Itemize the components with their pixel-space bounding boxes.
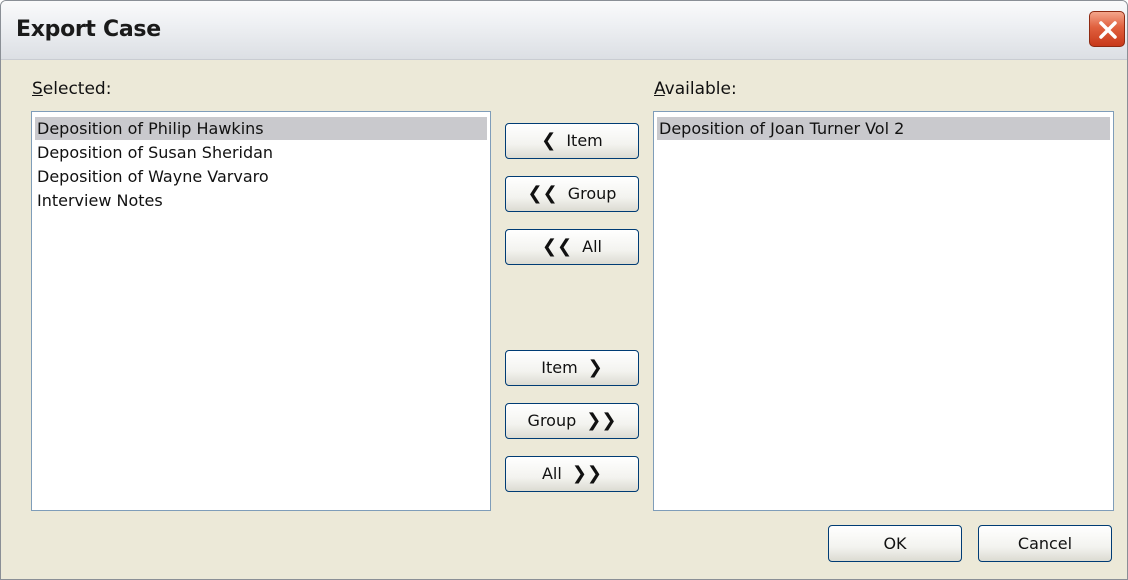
title-bar[interactable]: Export Case (1, 1, 1127, 60)
move-group-left-button[interactable]: ❮❮ Group (505, 176, 639, 212)
chevron-right-icon: ❯ (587, 357, 603, 378)
dialog-title: Export Case (16, 17, 161, 42)
ok-button[interactable]: OK (828, 525, 962, 562)
double-chevron-right-icon: ❯❯ (586, 410, 617, 431)
available-list[interactable]: Deposition of Joan Turner Vol 2 (653, 111, 1114, 511)
double-chevron-left-icon: ❮❮ (541, 236, 573, 257)
move-item-right-button[interactable]: Item ❯ (505, 350, 639, 386)
list-item[interactable]: Deposition of Wayne Varvaro (35, 165, 487, 188)
move-group-right-button[interactable]: Group ❯❯ (505, 403, 639, 439)
list-item[interactable]: Deposition of Joan Turner Vol 2 (657, 117, 1110, 140)
list-item[interactable]: Deposition of Philip Hawkins (35, 117, 487, 140)
move-all-left-button[interactable]: ❮❮ All (505, 229, 639, 265)
close-button[interactable] (1089, 11, 1125, 47)
chevron-left-icon: ❮ (541, 130, 557, 151)
close-icon (1099, 21, 1117, 39)
double-chevron-right-icon: ❯❯ (571, 463, 602, 484)
move-item-left-button[interactable]: ❮ Item (505, 123, 639, 159)
selected-label: Selected: (32, 79, 112, 99)
list-item[interactable]: Deposition of Susan Sheridan (35, 141, 487, 164)
double-chevron-left-icon: ❮❮ (527, 183, 558, 204)
list-item[interactable]: Interview Notes (35, 189, 487, 212)
cancel-button[interactable]: Cancel (978, 525, 1112, 562)
export-case-dialog: Export Case Selected: Deposition of Phil… (0, 0, 1128, 580)
selected-list[interactable]: Deposition of Philip Hawkins Deposition … (31, 111, 491, 511)
available-label: Available: (654, 79, 737, 99)
move-all-right-button[interactable]: All ❯❯ (505, 456, 639, 492)
